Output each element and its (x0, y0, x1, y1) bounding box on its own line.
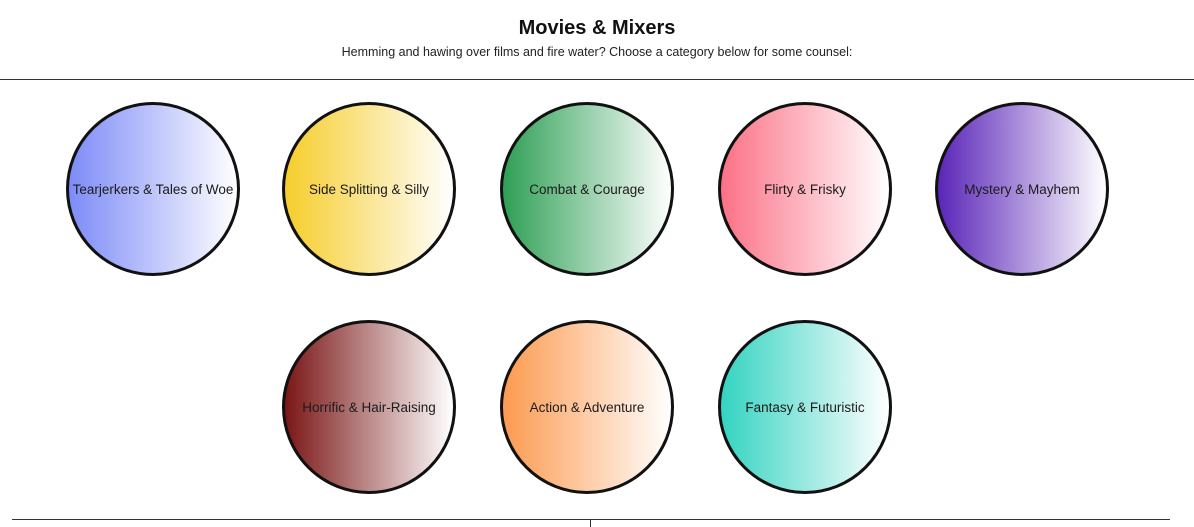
category-label: Side Splitting & Silly (308, 181, 430, 197)
bottom-divider-line (12, 519, 1170, 520)
category-label: Mystery & Mayhem (964, 181, 1080, 197)
category-label: Combat & Courage (529, 181, 645, 197)
category-label: Flirty & Frisky (764, 181, 846, 197)
page-subtitle: Hemming and hawing over films and fire w… (341, 45, 853, 59)
category-label: Fantasy & Futuristic (745, 399, 865, 415)
category-combat-button[interactable]: Combat & Courage (500, 102, 674, 276)
category-label: Tearjerkers & Tales of Woe (72, 181, 234, 197)
category-horrific-button[interactable]: Horrific & Hair-Raising (282, 320, 456, 494)
category-tearjerkers-button[interactable]: Tearjerkers & Tales of Woe (66, 102, 240, 276)
page-title: Movies & Mixers (518, 17, 676, 39)
category-flirty-button[interactable]: Flirty & Frisky (718, 102, 892, 276)
category-fantasy-button[interactable]: Fantasy & Futuristic (718, 320, 892, 494)
category-action-button[interactable]: Action & Adventure (500, 320, 674, 494)
category-mystery-button[interactable]: Mystery & Mayhem (935, 102, 1109, 276)
page-header: Movies & Mixers Hemming and hawing over … (0, 0, 1194, 80)
category-side-splitting-button[interactable]: Side Splitting & Silly (282, 102, 456, 276)
category-label: Action & Adventure (529, 399, 645, 415)
category-label: Horrific & Hair-Raising (302, 399, 436, 415)
